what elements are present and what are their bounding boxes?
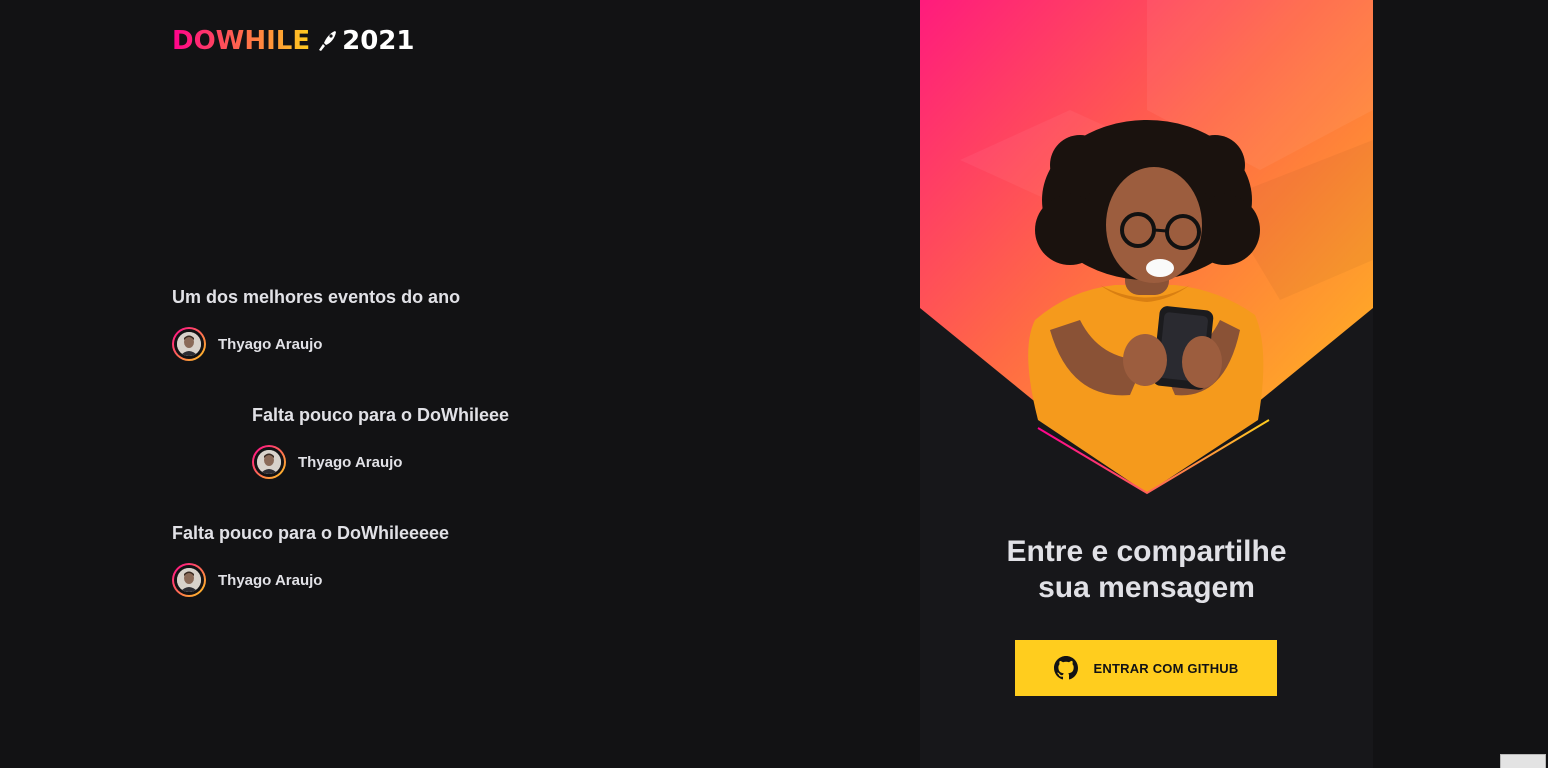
user-name: Thyago Araujo	[218, 571, 323, 589]
corner-widget[interactable]	[1500, 754, 1546, 768]
message-content: Um dos melhores eventos do ano	[172, 287, 461, 307]
message-user: Thyago Araujo	[172, 327, 672, 361]
avatar-photo	[257, 450, 281, 474]
message-list: Um dos melhores eventos do ano Thyago Ar…	[0, 0, 900, 768]
user-name: Thyago Araujo	[218, 335, 323, 353]
avatar	[172, 327, 206, 361]
message-item: Falta pouco para o DoWhileeeee Thyago Ar…	[172, 522, 672, 597]
avatar-photo	[177, 568, 201, 592]
login-title-line2: sua mensagem	[1038, 571, 1255, 604]
avatar-photo	[177, 332, 201, 356]
login-title: Entre e compartilhe sua mensagem	[920, 534, 1373, 606]
message-item: Falta pouco para o DoWhileee Thyago Arau…	[252, 404, 752, 479]
signin-github-label: ENTRAR COM GITHUB	[1093, 660, 1239, 676]
message-content: Falta pouco para o DoWhileee	[252, 405, 510, 425]
app-root: DOWHILE 2021 Um dos melhores eventos do …	[0, 0, 1548, 768]
login-box: Entre e compartilhe sua mensagem ENTRAR …	[920, 0, 1373, 768]
signin-github-button[interactable]: ENTRAR COM GITHUB	[1015, 640, 1277, 696]
user-name: Thyago Araujo	[298, 453, 403, 471]
banner-illustration	[920, 0, 1373, 495]
avatar	[252, 445, 286, 479]
message-user: Thyago Araujo	[172, 563, 672, 597]
message-item: Um dos melhores eventos do ano Thyago Ar…	[172, 286, 672, 361]
message-content: Falta pouco para o DoWhileeeee	[172, 523, 450, 543]
login-title-line1: Entre e compartilhe	[1006, 535, 1287, 568]
avatar	[172, 563, 206, 597]
github-icon	[1053, 656, 1078, 680]
message-user: Thyago Araujo	[252, 445, 752, 479]
